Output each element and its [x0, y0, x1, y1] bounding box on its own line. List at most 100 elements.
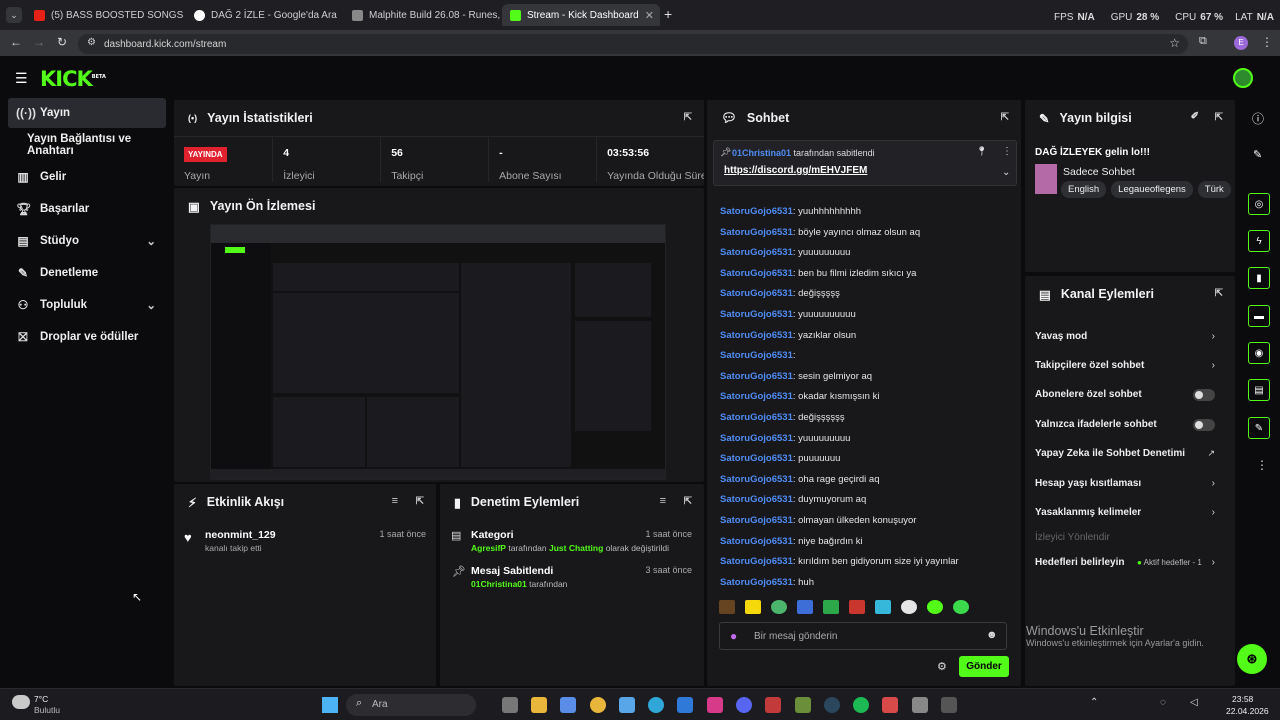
media-icon[interactable] — [882, 697, 898, 713]
chat-username[interactable]: SatoruGojo6531 — [720, 433, 793, 444]
emote-only-toggle[interactable] — [1193, 418, 1215, 431]
wrench-icon[interactable]: ✎ — [1248, 417, 1270, 439]
sidebar-item-stream-key[interactable]: Yayın Bağlantısı ve Anahtarı — [20, 130, 170, 160]
emote-icon[interactable] — [719, 600, 735, 614]
help-button[interactable]: ⊛ — [1237, 644, 1267, 674]
instagram-icon[interactable] — [707, 697, 723, 713]
action-follower-only[interactable]: Takipçilere özel sohbet › — [1035, 360, 1215, 371]
pinned-link[interactable]: https://discord.gg/mEHVJFEM — [724, 165, 867, 176]
popout-icon[interactable]: ⇱ — [1215, 288, 1223, 299]
tray-chevron-icon[interactable]: ⌃ — [1090, 697, 1098, 708]
chrome-icon[interactable] — [590, 697, 606, 713]
chat-input[interactable]: ● Bir mesaj gönderin ☻ — [719, 622, 1007, 650]
tab-malphite[interactable]: Malphite Build 26.08 - Runes, It ✕ — [344, 4, 502, 26]
site-info-icon[interactable]: ⚙ — [87, 37, 96, 48]
emote-icon[interactable] — [823, 600, 839, 614]
popout-icon[interactable]: ⇱ — [416, 496, 424, 507]
chat-username[interactable]: SatoruGojo6531 — [720, 288, 793, 299]
pinned-user[interactable]: 01Christina01 — [732, 148, 791, 158]
emote-icon[interactable] — [849, 600, 865, 614]
action-ai-moderation[interactable]: Yapay Zeka ile Sohbet Denetimi ↗ — [1035, 448, 1215, 459]
sidebar-item-denetleme[interactable]: ✎ Denetleme — [8, 258, 166, 288]
chat-username[interactable]: SatoruGojo6531 — [720, 206, 793, 217]
action-emote-only[interactable]: Yalnızca ifadelerle sohbet — [1035, 418, 1215, 431]
extensions-icon[interactable]: ⧉ — [1199, 35, 1207, 48]
url-input[interactable]: ⚙ dashboard.kick.com/stream ☆ — [78, 34, 1188, 54]
popout-icon[interactable]: ⇱ — [1001, 112, 1009, 123]
file-explorer-icon[interactable] — [531, 697, 547, 713]
taskview-icon[interactable] — [502, 697, 518, 713]
more-icon[interactable]: ⋮ — [1002, 146, 1012, 157]
game-icon[interactable] — [765, 697, 781, 713]
chat-username[interactable]: SatoruGojo6531 — [720, 556, 793, 567]
emote-icon[interactable] — [953, 600, 969, 614]
emote-icon[interactable] — [745, 600, 761, 614]
mail-icon[interactable] — [677, 697, 693, 713]
chat-username[interactable]: SatoruGojo6531 — [720, 268, 793, 279]
minecraft-icon[interactable] — [795, 697, 811, 713]
close-icon[interactable]: ✕ — [645, 9, 654, 22]
unpin-icon[interactable]: 📍︎ — [976, 146, 987, 157]
bookmark-star-icon[interactable]: ☆ — [1169, 36, 1180, 50]
clock-date[interactable]: 22.04.2026 — [1226, 706, 1269, 716]
forward-icon[interactable]: → — [33, 35, 45, 49]
chat-username[interactable]: SatoruGojo6531 — [720, 577, 793, 588]
chat-username[interactable]: SatoruGojo6531 — [720, 515, 793, 526]
tab-kick-dashboard[interactable]: Stream - Kick Dashboard ✕ — [502, 4, 660, 26]
category-thumbnail[interactable] — [1035, 164, 1057, 194]
send-button[interactable]: Gönder — [959, 656, 1009, 677]
kick-logo[interactable]: KICKBETA — [40, 67, 106, 91]
volume-icon[interactable]: ◁ — [1190, 697, 1198, 708]
profile-avatar[interactable]: E — [1234, 36, 1248, 50]
popout-icon[interactable]: ⇱ — [1215, 112, 1223, 123]
tag-pill[interactable]: English — [1061, 181, 1107, 198]
popout-icon[interactable]: ⇱ — [684, 496, 692, 507]
tag-pill[interactable]: Türk — [1197, 181, 1231, 198]
start-windows-icon[interactable] — [322, 697, 338, 713]
user-avatar[interactable] — [1233, 68, 1253, 88]
more-icon[interactable]: ⋮ — [1256, 458, 1268, 472]
back-icon[interactable]: ← — [10, 35, 22, 49]
sidebar-item-basarilar[interactable]: 🏆︎ Başarılar — [8, 194, 166, 224]
tab-youtube[interactable]: (5) BASS BOOSTED SONGS 202 ✕ — [26, 4, 186, 26]
chat-username[interactable]: SatoruGojo6531 — [720, 330, 793, 341]
action-banned-words[interactable]: Yasaklanmış kelimeler › — [1035, 507, 1215, 518]
chat-settings-icon[interactable]: ⚙ — [937, 660, 947, 673]
channel-icon[interactable]: ▤ — [1248, 379, 1270, 401]
edit-pencil-icon[interactable]: ✎ — [1253, 148, 1262, 161]
tab-search-icon[interactable]: ⌄ — [6, 7, 22, 23]
sidebar-item-droplar[interactable]: ⛝ Droplar ve ödüller — [8, 322, 166, 352]
emote-icon[interactable] — [927, 600, 943, 614]
sidebar-item-topluluk[interactable]: ⚇ Topluluk ⌄ — [8, 290, 166, 320]
chat-username[interactable]: SatoruGojo6531 — [720, 350, 793, 361]
moderator-user[interactable]: AgresifP — [471, 543, 506, 553]
emote-icon[interactable] — [875, 600, 891, 614]
action-account-age[interactable]: Hesap yaşı kısıtlaması › — [1035, 478, 1215, 489]
chat-username[interactable]: SatoruGojo6531 — [720, 494, 793, 505]
emote-icon[interactable] — [771, 600, 787, 614]
chat-username[interactable]: SatoruGojo6531 — [720, 371, 793, 382]
tag-pill[interactable]: Legaueoflegens — [1111, 181, 1193, 198]
sub-only-toggle[interactable] — [1193, 388, 1215, 401]
spotify-icon[interactable] — [853, 697, 869, 713]
chat-username[interactable]: SatoruGojo6531 — [720, 247, 793, 258]
broadcast-icon[interactable]: ◉ — [1248, 342, 1270, 364]
sidebar-item-gelir[interactable]: ▥ Gelir — [8, 162, 166, 192]
app-icon[interactable] — [941, 697, 957, 713]
sidebar-item-yayin[interactable]: ((·)) Yayın — [8, 98, 166, 128]
action-sub-only[interactable]: Abonelere özel sohbet — [1035, 388, 1215, 401]
action-goals[interactable]: Hedefleri belirleyin ● Aktif hedefler - 1… — [1035, 557, 1215, 568]
sidebar-item-studyo[interactable]: ▤ Stüdyo ⌄ — [8, 226, 166, 256]
document-icon[interactable]: ▮ — [1248, 267, 1270, 289]
browser-menu-icon[interactable]: ⋮ — [1261, 35, 1273, 49]
app-icon[interactable] — [912, 697, 928, 713]
store-icon[interactable] — [560, 697, 576, 713]
edge-icon[interactable] — [648, 697, 664, 713]
emote-icon[interactable] — [797, 600, 813, 614]
target-icon[interactable]: ◎ — [1248, 193, 1270, 215]
filter-icon[interactable]: ≡ — [660, 495, 666, 507]
tab-google[interactable]: DAĞ 2 İZLE - Google'da Ara ✕ — [186, 4, 344, 26]
discord-icon[interactable] — [736, 697, 752, 713]
chevron-down-icon[interactable]: ⌄ — [1002, 167, 1010, 178]
moderator-user[interactable]: 01Christina01 — [471, 579, 527, 589]
